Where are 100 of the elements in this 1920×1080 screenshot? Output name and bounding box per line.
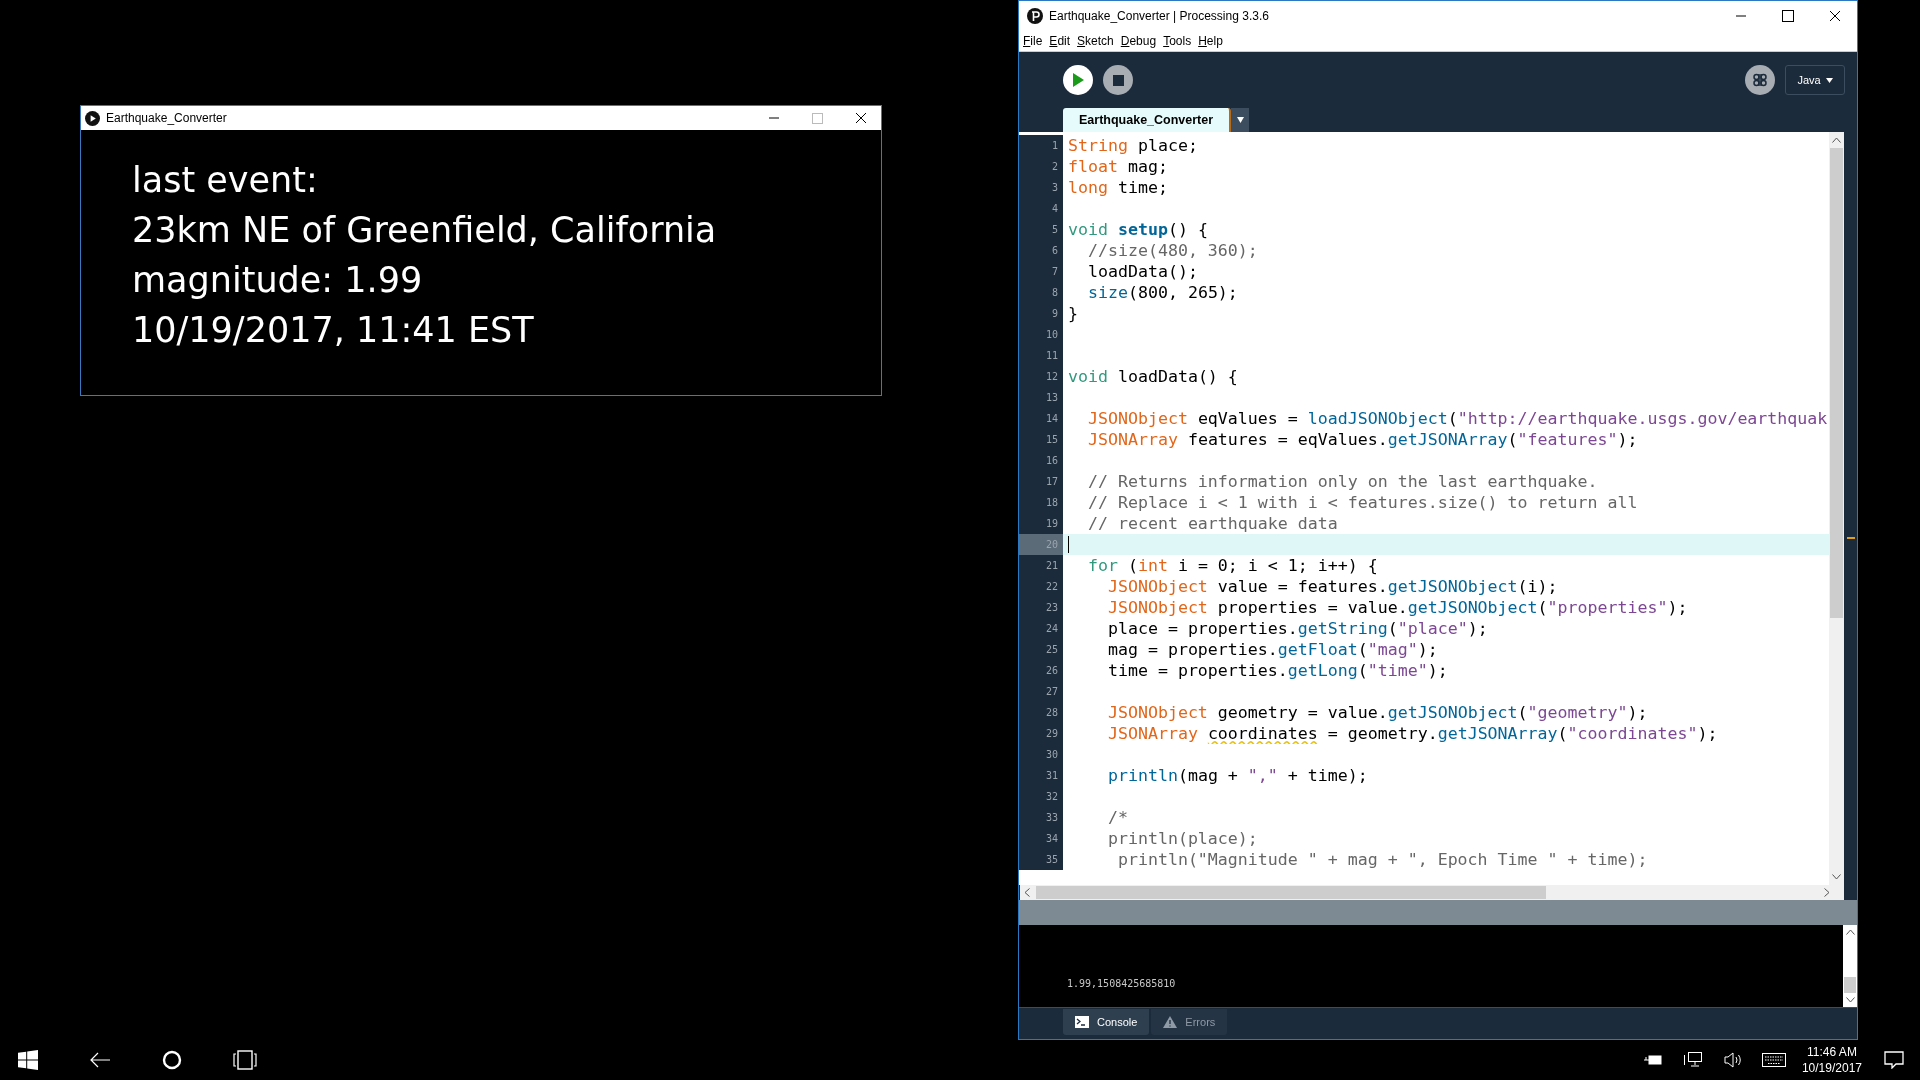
code-line: println(mag + "," + time); — [1106, 765, 1368, 786]
play-icon — [85, 110, 100, 126]
start-icon[interactable] — [18, 1050, 38, 1070]
line-number: 17 — [1045, 475, 1058, 489]
sketch-text: last event: — [132, 159, 318, 202]
console-tab[interactable]: Console — [1063, 1009, 1150, 1035]
warning-icon — [1163, 1016, 1178, 1028]
scrollbar-thumb[interactable] — [1036, 886, 1546, 899]
code-line: place = properties.getString("place"); — [1106, 618, 1488, 639]
debug-button[interactable] — [1745, 65, 1775, 95]
line-number: 15 — [1045, 433, 1058, 447]
line-number: 6 — [1051, 244, 1058, 258]
vertical-scrollbar[interactable] — [1843, 925, 1857, 1007]
scroll-up-icon[interactable] — [1832, 137, 1841, 143]
code-line: // Returns information only on the last earthquake. — [1086, 471, 1598, 492]
code-line: JSONObject value = features.getJSONObject(i); — [1106, 576, 1558, 597]
console-tab[interactable]: Errors — [1151, 1009, 1228, 1035]
line-number: 1 — [1051, 139, 1058, 153]
code-line: //size(480, 360); — [1086, 240, 1258, 261]
back-arrow-icon[interactable] — [90, 1052, 110, 1068]
line-number: 9 — [1051, 307, 1058, 321]
code-line: String place; — [1068, 135, 1198, 156]
code-line: JSONArray features = eqValues.getJSONArray("features"); — [1086, 429, 1638, 450]
menu-item[interactable]: Tools — [1163, 32, 1192, 50]
caret-icon — [1825, 77, 1833, 83]
code-line: void setup() { — [1068, 219, 1208, 240]
code-line: time = properties.getLong("time"); — [1106, 660, 1448, 681]
line-number: 24 — [1045, 622, 1058, 636]
terminal-icon — [1075, 1016, 1089, 1028]
line-number: 4 — [1051, 202, 1058, 216]
menu-item[interactable]: Debug — [1120, 32, 1157, 50]
line-number: 19 — [1045, 517, 1058, 531]
scroll-down-icon[interactable] — [1845, 997, 1855, 1003]
code-line: // recent earthquake data — [1086, 513, 1338, 534]
line-number: 31 — [1045, 769, 1058, 783]
clock-date[interactable]: 10/19/2017 — [1801, 1060, 1862, 1076]
code-line: JSONObject properties = value.getJSONObject("properties"); — [1106, 597, 1688, 618]
play-icon — [1072, 73, 1084, 87]
code-line: mag = properties.getFloat("mag"); — [1106, 639, 1438, 660]
caret-icon — [1236, 117, 1244, 123]
line-number: 34 — [1045, 832, 1058, 846]
stop-button[interactable] — [1103, 65, 1133, 95]
line-number: 20 — [1045, 538, 1058, 552]
scrollbar-thumb[interactable] — [1844, 977, 1856, 993]
menu-item[interactable]: File — [1023, 32, 1043, 50]
menu-item[interactable]: Edit — [1049, 32, 1071, 50]
line-number: 16 — [1045, 454, 1058, 468]
run-button[interactable] — [1063, 65, 1093, 95]
code-line: JSONObject geometry = value.getJSONObject("geometry"); — [1106, 702, 1648, 723]
menu-item[interactable]: Help — [1198, 32, 1223, 50]
scroll-right-icon[interactable] — [1824, 888, 1830, 897]
line-number: 27 — [1045, 685, 1058, 699]
tab-menu-button[interactable] — [1231, 108, 1250, 132]
editor-tab[interactable]: Earthquake_Converter — [1063, 108, 1232, 132]
search-icon[interactable] — [162, 1050, 182, 1070]
line-number: 14 — [1045, 412, 1058, 426]
line-number: 28 — [1045, 706, 1058, 720]
battery-plug-icon[interactable] — [1643, 1054, 1662, 1066]
code-line: long time; — [1068, 177, 1168, 198]
line-number: 18 — [1045, 496, 1058, 510]
horizontal-scrollbar[interactable] — [1020, 885, 1844, 900]
sketch-text: 10/19/2017, 11:41 EST — [132, 309, 534, 352]
code-line: float mag; — [1068, 156, 1168, 177]
sketch-text: 23km NE of Greenfield, California — [132, 209, 717, 252]
mode-dropdown[interactable]: Java — [1785, 65, 1845, 95]
keyboard-icon[interactable] — [1761, 1053, 1786, 1067]
line-number: 8 — [1051, 286, 1058, 300]
vertical-scrollbar[interactable] — [1829, 132, 1844, 885]
line-number: 3 — [1051, 181, 1058, 195]
console-output: 1.99,1508425685810 — [1067, 978, 1176, 989]
scroll-up-icon[interactable] — [1845, 929, 1855, 935]
speaker-icon[interactable] — [1723, 1052, 1742, 1068]
scrollbar-thumb[interactable] — [1830, 148, 1843, 618]
window-title: Earthquake_Converter — [106, 110, 227, 127]
code-line: println(place); — [1106, 828, 1258, 849]
task-view-icon[interactable] — [233, 1050, 257, 1070]
code-line: loadData(); — [1086, 261, 1198, 282]
notification-icon[interactable] — [1884, 1051, 1904, 1069]
code-line: // Replace i < 1 with i < features.size() to return all — [1086, 492, 1638, 513]
network-icon[interactable] — [1683, 1052, 1702, 1068]
clock-time[interactable]: 11:46 AM — [1807, 1044, 1857, 1060]
code-line: JSONArray coordinates = geometry.getJSONArray("coordinates"); — [1106, 723, 1718, 744]
close-icon[interactable] — [1829, 10, 1841, 22]
code-line: size(800, 265); — [1086, 282, 1238, 303]
line-number: 30 — [1045, 748, 1058, 762]
code-line: /* — [1106, 807, 1128, 828]
line-number: 23 — [1045, 601, 1058, 615]
processing-logo-icon — [1027, 8, 1043, 24]
close-icon[interactable] — [855, 112, 867, 124]
line-number: 32 — [1045, 790, 1058, 804]
line-number: 22 — [1045, 580, 1058, 594]
maximize-icon[interactable] — [1782, 10, 1794, 22]
scroll-down-icon[interactable] — [1832, 874, 1841, 880]
scroll-left-icon[interactable] — [1024, 888, 1030, 897]
line-number: 25 — [1045, 643, 1058, 657]
window-title: Earthquake_Converter | Processing 3.3.6 — [1049, 8, 1269, 25]
line-number: 7 — [1051, 265, 1058, 279]
line-number: 2 — [1051, 160, 1058, 174]
line-number: 35 — [1045, 853, 1058, 867]
menu-item[interactable]: Sketch — [1077, 32, 1114, 50]
